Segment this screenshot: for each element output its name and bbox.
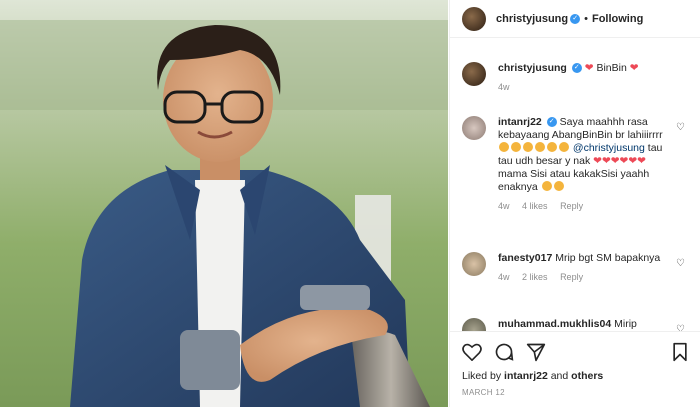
separator-dot: •: [584, 12, 588, 25]
caption-text: BinBin: [596, 62, 627, 74]
post-date: MARCH 12: [462, 388, 505, 397]
share-icon[interactable]: [526, 342, 546, 362]
verified-badge-icon: ✓: [570, 13, 581, 24]
emoji-row: [541, 181, 565, 193]
caption-username[interactable]: christyjusung: [498, 62, 567, 74]
comment-likes[interactable]: 4 likes: [522, 201, 548, 211]
avatar[interactable]: [462, 6, 486, 31]
comments-list[interactable]: christyjusung ✓ ❤ BinBin ❤ 4w intanrj22 …: [450, 52, 700, 331]
avatar[interactable]: [462, 116, 486, 140]
heart-icon[interactable]: ♡: [676, 258, 685, 269]
comment-username[interactable]: intanrj22: [498, 116, 542, 128]
header-username[interactable]: christyjusung: [496, 13, 568, 25]
comment-item: intanrj22 ✓ Saya maahhh rasa kebayaang A…: [462, 116, 693, 213]
comment-likes[interactable]: 2 likes: [522, 272, 548, 282]
and-label: and: [550, 370, 569, 382]
verified-badge-icon: ✓: [546, 117, 557, 128]
liked-by-label: Liked by: [462, 370, 502, 382]
verified-badge-icon: ✓: [571, 63, 582, 74]
following-button[interactable]: Following: [592, 13, 643, 25]
liked-by-others[interactable]: others: [571, 370, 603, 382]
red-heart-icon: ❤❤❤❤❤❤: [593, 155, 646, 167]
avatar[interactable]: [462, 252, 486, 276]
red-heart-icon: ❤: [629, 62, 639, 74]
avatar[interactable]: [462, 318, 486, 331]
comment-text: Mrip bgt SM bapaknya: [555, 252, 661, 264]
comment-username[interactable]: fanesty017: [498, 252, 552, 264]
post-photo[interactable]: [0, 0, 448, 407]
heart-icon[interactable]: ♡: [676, 122, 685, 133]
heart-icon[interactable]: ♡: [676, 324, 685, 331]
post-sidebar: christyjusung ✓ • Following christyjusun…: [449, 0, 700, 407]
caption: christyjusung ✓ ❤ BinBin ❤ 4w: [462, 62, 693, 94]
post-actions: Liked by intanrj22 and others MARCH 12: [450, 331, 700, 408]
likes-summary: Liked by intanrj22 and others: [450, 362, 700, 382]
mention-link[interactable]: @christyjusung: [573, 142, 645, 154]
comment-icon[interactable]: [494, 342, 514, 362]
reply-button[interactable]: Reply: [560, 272, 583, 282]
reply-button[interactable]: Reply: [560, 201, 583, 211]
comment-age: 4w: [498, 272, 510, 282]
instagram-post: christyjusung ✓ • Following christyjusun…: [0, 0, 700, 407]
red-heart-icon: ❤: [584, 62, 594, 74]
comment-text: Mirip: [614, 318, 637, 330]
comment-item: fanesty017 Mrip bgt SM bapaknya 4w 2 lik…: [462, 252, 693, 284]
comment-item: muhammad.mukhlis04 Mirip ♡: [462, 318, 693, 331]
comment-username[interactable]: muhammad.mukhlis04: [498, 318, 611, 330]
heart-icon[interactable]: [462, 343, 482, 361]
post-header: christyjusung ✓ • Following: [450, 0, 700, 38]
caption-age: 4w: [498, 82, 510, 92]
comment-age: 4w: [498, 201, 510, 211]
comment-text: mama Sisi atau kakakSisi yaahh enaknya: [498, 168, 650, 193]
bookmark-icon[interactable]: [671, 342, 689, 362]
emoji-row: [498, 142, 570, 154]
avatar[interactable]: [462, 62, 486, 86]
boy-portrait-image: [0, 0, 448, 407]
liked-by-user[interactable]: intanrj22: [504, 370, 548, 382]
